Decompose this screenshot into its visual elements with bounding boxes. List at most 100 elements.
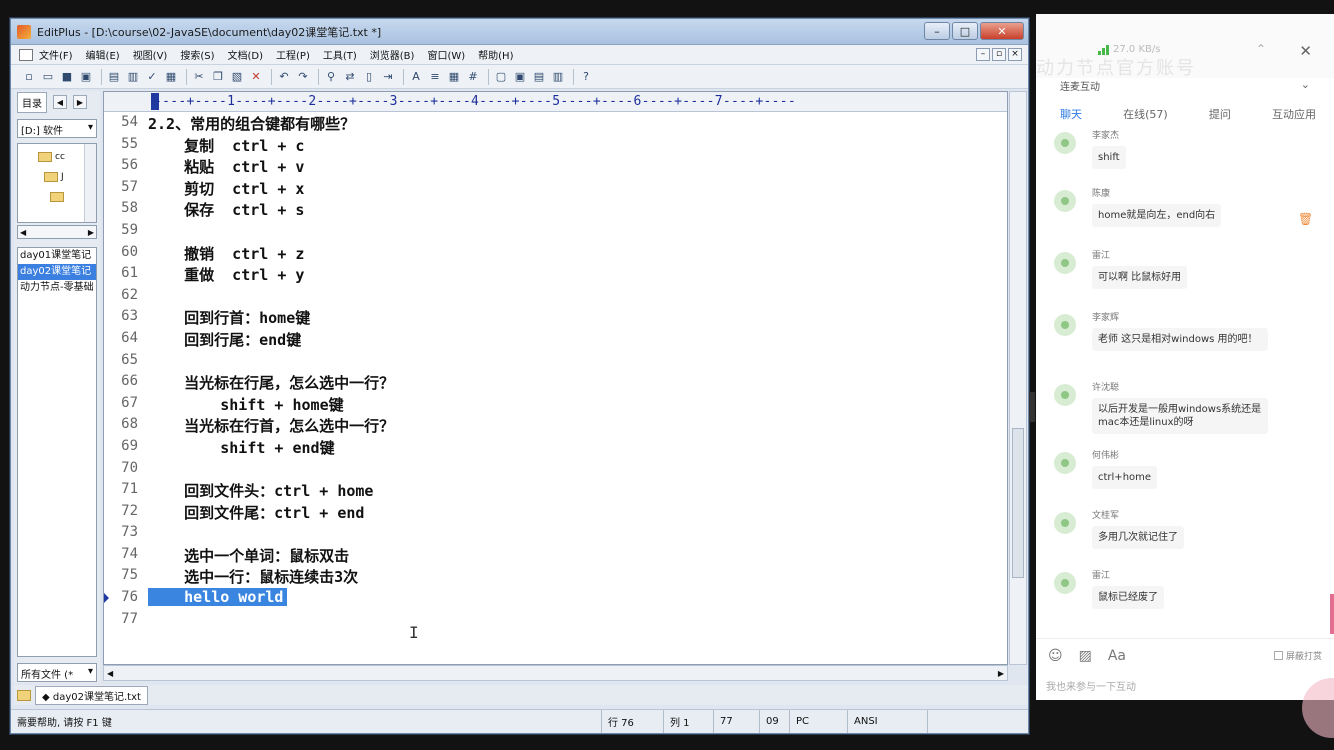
file-item[interactable]: 动力节点-零基础 xyxy=(18,280,96,296)
tab-questions[interactable]: 提问 xyxy=(1209,106,1231,130)
chat-input[interactable]: 我也来参与一下互动 xyxy=(1046,678,1136,693)
editor-horizontal-scrollbar[interactable]: ◀ ▶ xyxy=(103,665,1008,681)
code-line[interactable]: 54 2.2、常用的组合键都有哪些？ xyxy=(104,112,1007,134)
tree-node[interactable]: J xyxy=(44,172,64,182)
code-line[interactable]: 58 保存 ctrl + s xyxy=(104,198,1007,220)
code-line[interactable]: 72 回到文件尾：ctrl + end xyxy=(104,501,1007,523)
chat-scrollbar[interactable] xyxy=(1330,594,1334,634)
chat-message-list[interactable]: 李家杰 shift 陈康 home就是向左，end向右 🗑 雷江 可以啊 比鼠标… xyxy=(1036,128,1334,632)
help-icon[interactable]: ? xyxy=(578,69,594,85)
word-wrap-icon[interactable]: ≡ xyxy=(427,69,443,85)
tree-hscrollbar[interactable]: ◀ ▶ xyxy=(17,225,97,239)
output-icon[interactable]: ▥ xyxy=(550,69,566,85)
code-line[interactable]: 59 xyxy=(104,220,1007,242)
print-preview-icon[interactable]: ▤ xyxy=(106,69,122,85)
print-icon[interactable]: ▥ xyxy=(125,69,141,85)
menu-document[interactable]: 文档(D) xyxy=(228,47,264,62)
paste-icon[interactable]: ▧ xyxy=(229,69,245,85)
tab-chat[interactable]: 聊天 xyxy=(1060,106,1082,130)
checkbox[interactable] xyxy=(1273,651,1283,660)
save-all-icon[interactable]: ▣ xyxy=(78,69,94,85)
cliptext-icon[interactable]: ▤ xyxy=(531,69,547,85)
editor-vertical-scrollbar[interactable] xyxy=(1009,91,1027,665)
tab-online[interactable]: 在线(57) xyxy=(1123,106,1168,130)
redo-icon[interactable]: ↷ xyxy=(295,69,311,85)
font-icon[interactable]: A xyxy=(408,69,424,85)
scroll-left-icon[interactable]: ◀ xyxy=(107,669,113,678)
doc-minimize-button[interactable]: – xyxy=(976,48,990,61)
chevron-down-icon[interactable]: ⌄ xyxy=(1301,78,1310,91)
tab-day02-notes[interactable]: ◆ day02课堂笔记.txt xyxy=(35,685,148,705)
code-line[interactable]: 71 回到文件头：ctrl + home xyxy=(104,479,1007,501)
delete-icon[interactable]: 🗑 xyxy=(1298,212,1313,226)
doc-close-button[interactable]: × xyxy=(1008,48,1022,61)
scroll-right-icon[interactable]: ▶ xyxy=(73,95,87,109)
code-line[interactable]: 69 shift + end键 xyxy=(104,436,1007,458)
find-icon[interactable]: ⚲ xyxy=(323,69,339,85)
scroll-right-icon[interactable]: ▶ xyxy=(998,669,1004,678)
tree-scrollbar[interactable] xyxy=(84,144,96,222)
close-button[interactable]: ✕ xyxy=(980,22,1024,40)
new-file-icon[interactable]: ▫ xyxy=(21,69,37,85)
menu-browser[interactable]: 浏览器(B) xyxy=(370,47,415,62)
menu-tools[interactable]: 工具(T) xyxy=(323,47,357,62)
directory-icon[interactable]: ▣ xyxy=(512,69,528,85)
tab-directory[interactable]: 目录 xyxy=(17,91,47,113)
doc-restore-button[interactable]: ▫ xyxy=(992,48,1006,61)
code-line[interactable]: 61 重做 ctrl + y xyxy=(104,263,1007,285)
image-icon[interactable]: ▨ xyxy=(1079,648,1092,664)
code-line[interactable]: 60 撤销 ctrl + z xyxy=(104,242,1007,264)
menu-project[interactable]: 工程(P) xyxy=(276,47,310,62)
folder-tree[interactable]: cc J xyxy=(17,143,97,223)
chat-section-header[interactable]: 连麦互动 ⌄ xyxy=(1036,78,1334,100)
code-line[interactable]: 74 选中一个单词：鼠标双击 xyxy=(104,544,1007,566)
undo-icon[interactable]: ↶ xyxy=(276,69,292,85)
tab-interactive-apps[interactable]: 互动应用 xyxy=(1272,106,1316,130)
code-line[interactable]: 76 hello world xyxy=(104,587,1007,609)
code-line[interactable]: 68 当光标在行首，怎么选中一行？ xyxy=(104,414,1007,436)
title-bar[interactable]: EditPlus - [D:\course\02-JavaSE\document… xyxy=(11,19,1028,45)
editor-area[interactable]: ----+----1----+----2----+----3----+----4… xyxy=(103,91,1008,665)
scrollbar-thumb[interactable] xyxy=(1012,428,1024,578)
code-line[interactable]: 56 粘贴 ctrl + v xyxy=(104,155,1007,177)
block-tips-toggle[interactable]: 屏蔽打赏 xyxy=(1273,649,1322,662)
file-filter-select[interactable]: 所有文件 (* ▾ xyxy=(17,663,97,682)
panel-divider[interactable] xyxy=(1029,392,1035,422)
line-number-icon[interactable]: # xyxy=(465,69,481,85)
copy-icon[interactable]: ❐ xyxy=(210,69,226,85)
font-size-icon[interactable]: Aa xyxy=(1108,648,1126,664)
menu-help[interactable]: 帮助(H) xyxy=(478,47,513,62)
code-line[interactable]: 65 xyxy=(104,350,1007,372)
replace-icon[interactable]: ⇄ xyxy=(342,69,358,85)
menu-search[interactable]: 搜索(S) xyxy=(180,47,214,62)
tree-node[interactable]: cc xyxy=(38,152,65,162)
code-line[interactable]: 62 xyxy=(104,285,1007,307)
scroll-left-icon[interactable]: ◀ xyxy=(20,228,26,237)
menu-view[interactable]: 视图(V) xyxy=(133,47,168,62)
code-line[interactable]: 75 选中一行：鼠标连续击3次 xyxy=(104,565,1007,587)
emoji-icon[interactable]: ☺ xyxy=(1048,648,1063,664)
cut-icon[interactable]: ✂ xyxy=(191,69,207,85)
menu-edit[interactable]: 编辑(E) xyxy=(86,47,120,62)
minimize-button[interactable]: – xyxy=(924,22,950,40)
code-line[interactable]: 66 当光标在行尾，怎么选中一行？ xyxy=(104,371,1007,393)
file-item[interactable]: day01课堂笔记 xyxy=(18,248,96,264)
menu-file[interactable]: 文件(F) xyxy=(39,47,73,62)
view-icon[interactable]: ▢ xyxy=(493,69,509,85)
file-item-selected[interactable]: day02课堂笔记 xyxy=(18,264,96,280)
code-line[interactable]: 77 xyxy=(104,609,1007,631)
code-line[interactable]: 64 回到行尾：end键 xyxy=(104,328,1007,350)
goto-icon[interactable]: ▯ xyxy=(361,69,377,85)
ruler-icon[interactable]: ▦ xyxy=(446,69,462,85)
tree-node[interactable] xyxy=(50,192,67,202)
code-line[interactable]: 70 xyxy=(104,458,1007,480)
open-folder-icon[interactable]: ▭ xyxy=(40,69,56,85)
spellcheck-icon[interactable]: ✓ xyxy=(144,69,160,85)
drive-select[interactable]: [D:] 软件 ▾ xyxy=(17,119,97,138)
maximize-button[interactable]: □ xyxy=(952,22,978,40)
code-line[interactable]: 67 shift + home键 xyxy=(104,393,1007,415)
delete-icon[interactable]: ✕ xyxy=(248,69,264,85)
code-line[interactable]: 63 回到行首：home键 xyxy=(104,306,1007,328)
save-icon[interactable]: ■ xyxy=(59,69,75,85)
clipboard-icon[interactable]: ▦ xyxy=(163,69,179,85)
